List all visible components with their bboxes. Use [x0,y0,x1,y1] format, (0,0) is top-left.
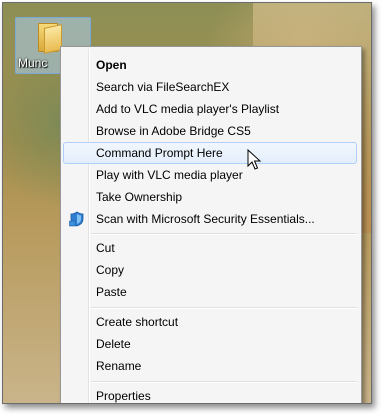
screenshot-frame: Munc Open Search via FileSearchEX Add to… [2,2,372,404]
menu-item-create-shortcut[interactable]: Create shortcut [63,311,357,333]
menu-item-properties[interactable]: Properties [63,385,357,403]
menu-item-browse-adobe-bridge[interactable]: Browse in Adobe Bridge CS5 [63,120,357,142]
menu-separator [91,233,357,235]
menu-item-add-to-vlc-playlist[interactable]: Add to VLC media player's Playlist [63,98,357,120]
menu-item-label: Open [96,58,127,72]
menu-item-rename[interactable]: Rename [63,355,357,377]
microsoft-security-essentials-icon [69,211,84,227]
menu-item-label: Take Ownership [96,190,183,204]
menu-item-label: Create shortcut [96,315,179,329]
menu-item-label: Cut [96,241,115,255]
menu-item-label: Add to VLC media player's Playlist [96,102,280,116]
menu-item-label: Search via FileSearchEX [96,80,230,94]
menu-item-delete[interactable]: Delete [63,333,357,355]
menu-item-play-with-vlc[interactable]: Play with VLC media player [63,164,357,186]
menu-item-open[interactable]: Open [63,54,357,76]
menu-item-copy[interactable]: Copy [63,259,357,281]
menu-item-take-ownership[interactable]: Take Ownership [63,186,357,208]
menu-item-label: Play with VLC media player [96,168,243,182]
mouse-pointer-icon [247,149,262,170]
menu-item-label: Rename [96,359,142,373]
menu-item-cut[interactable]: Cut [63,237,357,259]
menu-item-label: Copy [96,263,125,277]
menu-item-paste[interactable]: Paste [63,281,357,303]
menu-item-label: Browse in Adobe Bridge CS5 [96,124,251,138]
menu-item-label: Delete [96,337,131,351]
menu-item-label: Command Prompt Here [96,146,223,160]
menu-separator [91,307,357,309]
menu-item-label: Properties [96,389,151,403]
menu-separator [91,381,357,383]
menu-item-search-filesearchex[interactable]: Search via FileSearchEX [63,76,357,98]
desktop-folder-label: Munc [18,56,48,70]
menu-item-label: Scan with Microsoft Security Essentials.… [96,212,315,226]
menu-item-command-prompt-here[interactable]: Command Prompt Here [63,142,357,164]
menu-item-scan-mse[interactable]: Scan with Microsoft Security Essentials.… [63,208,357,230]
menu-item-label: Paste [96,285,127,299]
context-menu: Open Search via FileSearchEX Add to VLC … [60,46,362,403]
